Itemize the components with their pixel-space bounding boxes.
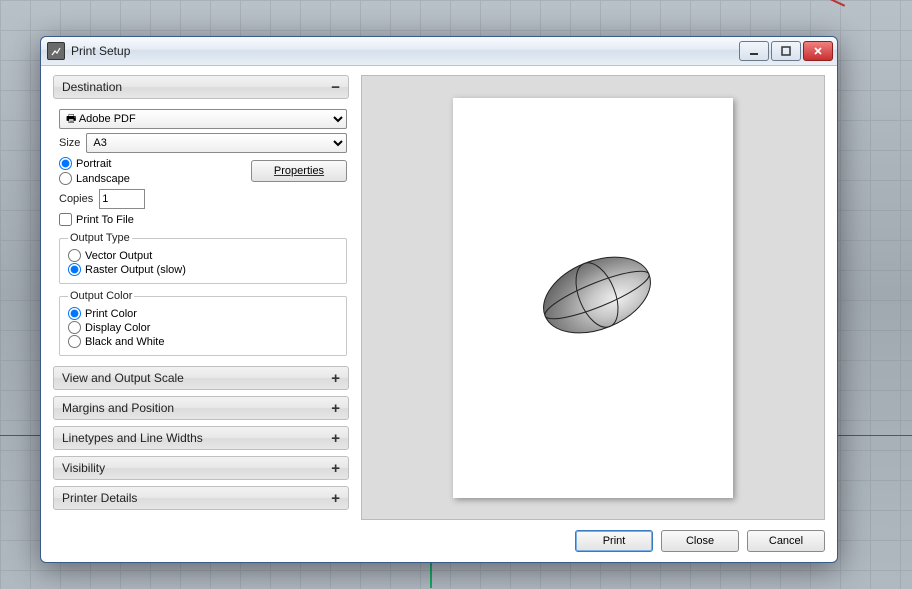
orientation-portrait-radio[interactable]: Portrait bbox=[59, 157, 130, 170]
window-buttons bbox=[739, 41, 833, 61]
copies-input[interactable] bbox=[99, 189, 145, 209]
check-label: Print To File bbox=[76, 214, 134, 226]
radio-label: Print Color bbox=[85, 308, 137, 320]
expand-icon: + bbox=[331, 430, 340, 447]
radio-label: Black and White bbox=[85, 336, 164, 348]
vector-output-radio[interactable]: Vector Output bbox=[68, 249, 338, 262]
output-color-legend: Output Color bbox=[68, 290, 134, 302]
radio-label: Landscape bbox=[76, 173, 130, 185]
preview-panel: Print Close Cancel bbox=[357, 65, 837, 562]
preview-model-ellipsoid bbox=[537, 254, 657, 336]
preview-area bbox=[361, 75, 825, 520]
print-button[interactable]: Print bbox=[575, 530, 653, 552]
expand-icon: + bbox=[331, 400, 340, 417]
section-label: Margins and Position bbox=[62, 401, 174, 415]
raster-output-radio[interactable]: Raster Output (slow) bbox=[68, 263, 338, 276]
close-window-button[interactable] bbox=[803, 41, 833, 61]
section-destination-body: 🖶 Adobe PDF Size A3 Portrait bbox=[53, 105, 349, 360]
radio-label: Portrait bbox=[76, 158, 111, 170]
section-visibility-header[interactable]: Visibility + bbox=[53, 456, 349, 480]
black-white-radio[interactable]: Black and White bbox=[68, 335, 338, 348]
options-panel: Destination − 🖶 Adobe PDF Size A3 bbox=[41, 65, 357, 562]
dialog-button-row: Print Close Cancel bbox=[361, 520, 825, 552]
copies-label: Copies bbox=[59, 193, 93, 205]
app-icon bbox=[47, 42, 65, 60]
radio-label: Raster Output (slow) bbox=[85, 264, 186, 276]
collapse-icon: − bbox=[331, 79, 340, 96]
output-type-group: Output Type Vector Output Raster Output … bbox=[59, 232, 347, 284]
expand-icon: + bbox=[331, 460, 340, 477]
section-label: Linetypes and Line Widths bbox=[62, 431, 203, 445]
close-button[interactable]: Close bbox=[661, 530, 739, 552]
section-view-scale-header[interactable]: View and Output Scale + bbox=[53, 366, 349, 390]
print-to-file-checkbox[interactable]: Print To File bbox=[59, 213, 347, 226]
page-preview bbox=[453, 98, 733, 498]
size-label: Size bbox=[59, 137, 80, 149]
section-printer-details-header[interactable]: Printer Details + bbox=[53, 486, 349, 510]
output-color-group: Output Color Print Color Display Color B… bbox=[59, 290, 347, 356]
expand-icon: + bbox=[331, 370, 340, 387]
output-type-legend: Output Type bbox=[68, 232, 132, 244]
expand-icon: + bbox=[331, 490, 340, 507]
minimize-button[interactable] bbox=[739, 41, 769, 61]
orientation-landscape-radio[interactable]: Landscape bbox=[59, 172, 130, 185]
display-color-radio[interactable]: Display Color bbox=[68, 321, 338, 334]
properties-button[interactable]: Properties bbox=[251, 160, 347, 182]
paper-size-select[interactable]: A3 bbox=[86, 133, 347, 153]
titlebar[interactable]: Print Setup bbox=[41, 37, 837, 66]
cancel-button[interactable]: Cancel bbox=[747, 530, 825, 552]
printer-select[interactable]: 🖶 Adobe PDF bbox=[59, 109, 347, 129]
print-color-radio[interactable]: Print Color bbox=[68, 307, 338, 320]
radio-label: Display Color bbox=[85, 322, 150, 334]
maximize-button[interactable] bbox=[771, 41, 801, 61]
radio-label: Vector Output bbox=[85, 250, 152, 262]
section-label: Destination bbox=[62, 80, 122, 94]
window-title: Print Setup bbox=[71, 44, 130, 58]
section-linetypes-header[interactable]: Linetypes and Line Widths + bbox=[53, 426, 349, 450]
section-label: Printer Details bbox=[62, 491, 137, 505]
section-margins-header[interactable]: Margins and Position + bbox=[53, 396, 349, 420]
section-label: Visibility bbox=[62, 461, 105, 475]
section-label: View and Output Scale bbox=[62, 371, 184, 385]
print-setup-dialog: Print Setup Destination − 🖶 Adobe PDF Si… bbox=[40, 36, 838, 563]
section-destination-header[interactable]: Destination − bbox=[53, 75, 349, 99]
